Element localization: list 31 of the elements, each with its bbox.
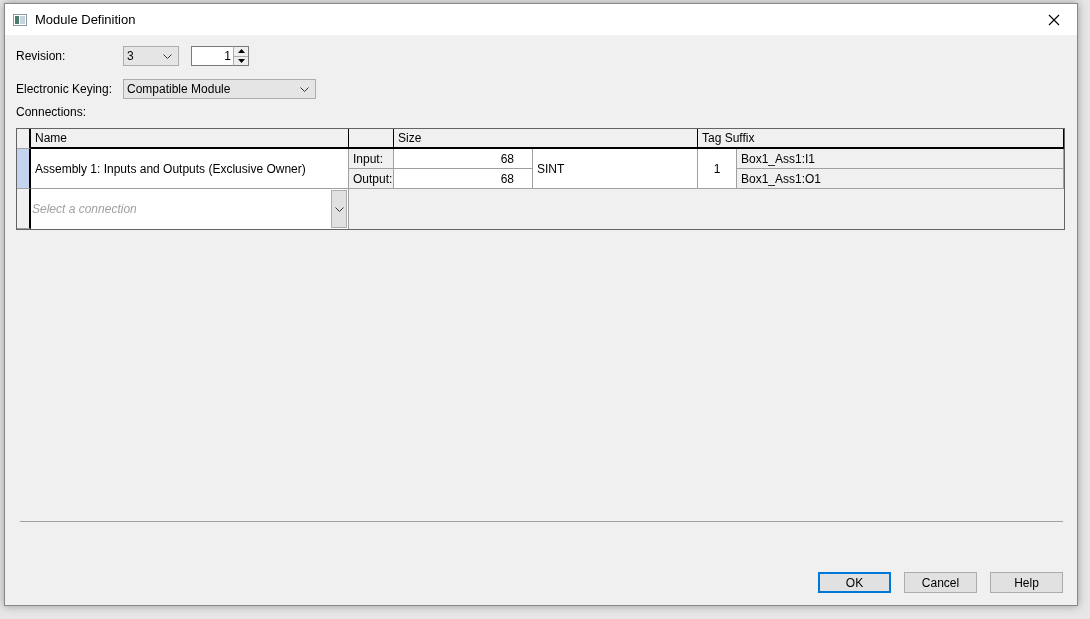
- row-selector[interactable]: [17, 149, 31, 189]
- triangle-up-icon: [237, 49, 245, 54]
- dialog-button[interactable]: OK: [818, 572, 891, 593]
- window-icon: [13, 13, 27, 26]
- connections-label: Connections:: [16, 105, 88, 119]
- dialog-button[interactable]: Help: [990, 572, 1063, 593]
- chevron-down-icon: [334, 206, 344, 212]
- output-tag-cell: Box1_Ass1:O1: [737, 169, 1064, 189]
- output-size-cell: 68: [394, 169, 533, 189]
- triangle-down-icon: [237, 58, 245, 63]
- data-type-cell: SINT: [533, 149, 698, 189]
- column-header: Size: [394, 129, 698, 149]
- column-header: Name: [31, 129, 349, 149]
- electronic-keying-label: Electronic Keying:: [16, 82, 114, 96]
- connection-name-cell: Assembly 1: Inputs and Outputs (Exclusive Owner): [31, 149, 349, 189]
- input-size-cell: 68: [394, 149, 533, 169]
- column-header: Tag Suffix: [698, 129, 1064, 149]
- input-tag-cell: Box1_Ass1:I1: [737, 149, 1064, 169]
- revision-label: Revision:: [16, 49, 67, 63]
- chevron-down-icon: [300, 86, 309, 92]
- input-label: Input:: [349, 149, 394, 169]
- electronic-keying-dropdown[interactable]: Compatible Module: [123, 79, 316, 99]
- output-label: Output:: [349, 169, 394, 189]
- row-selector[interactable]: [17, 189, 31, 229]
- chevron-down-icon: [163, 53, 172, 59]
- window-title: Module Definition: [35, 12, 137, 27]
- tag-number-cell: 1: [698, 149, 737, 189]
- minor-revision-field[interactable]: 1: [191, 46, 233, 66]
- close-icon: [1048, 13, 1060, 26]
- major-revision-dropdown[interactable]: 3: [123, 46, 179, 66]
- dialog-button[interactable]: Cancel: [904, 572, 977, 593]
